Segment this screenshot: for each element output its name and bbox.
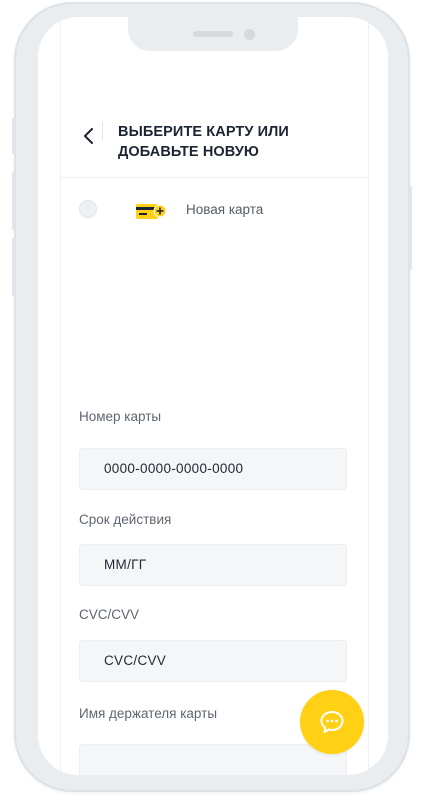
- card-plus-icon: [136, 204, 166, 219]
- new-card-option[interactable]: Новая карта: [79, 197, 359, 227]
- phone-notch: [128, 17, 298, 51]
- camera: [244, 29, 255, 40]
- new-card-label: Новая карта: [186, 202, 264, 217]
- cvc-label: CVC/CVV: [79, 607, 140, 622]
- chevron-left-icon: [84, 128, 93, 144]
- panel-right-border: [368, 17, 369, 775]
- phone-side-button: [12, 238, 16, 296]
- header-divider: [102, 122, 103, 140]
- panel-left-border: [60, 17, 61, 775]
- page-title: ВЫБЕРИТЕ КАРТУ ИЛИ ДОБАВЬТЕ НОВУЮ: [118, 124, 289, 160]
- chat-button[interactable]: [300, 690, 364, 754]
- phone-side-button: [12, 118, 16, 154]
- phone-side-button: [12, 172, 16, 230]
- cardholder-label: Имя держателя карты: [79, 706, 218, 721]
- chat-bubble-icon: [320, 711, 344, 733]
- cvc-input[interactable]: CVC/CVV: [79, 640, 347, 682]
- card-radio[interactable]: [79, 200, 97, 218]
- speaker: [193, 31, 233, 37]
- back-button[interactable]: [78, 124, 100, 148]
- page-header: ВЫБЕРИТЕ КАРТУ ИЛИ ДОБАВЬТЕ НОВУЮ: [62, 110, 368, 180]
- cardholder-input[interactable]: [79, 744, 347, 775]
- expiry-label: Срок действия: [79, 512, 172, 527]
- header-separator: [60, 177, 368, 178]
- phone-side-button: [408, 186, 412, 270]
- expiry-input[interactable]: ММ/ГГ: [79, 544, 347, 586]
- card-number-input[interactable]: 0000-0000-0000-0000: [79, 448, 347, 490]
- card-number-label: Номер карты: [79, 409, 162, 424]
